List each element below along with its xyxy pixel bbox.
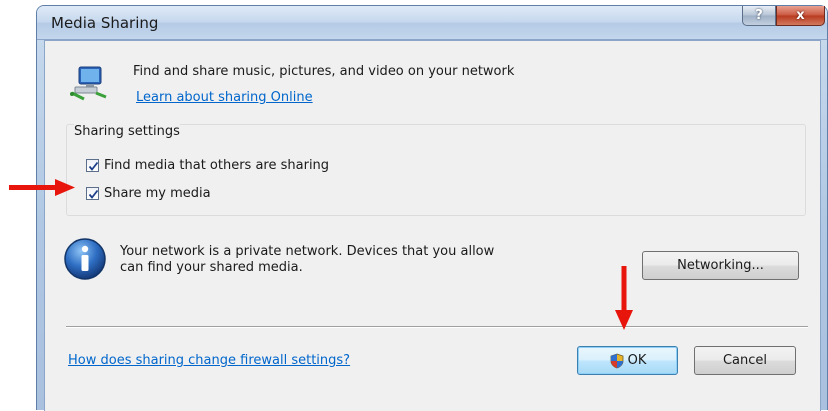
network-info-line2: can find your shared media.	[120, 260, 303, 275]
firewall-settings-link[interactable]: How does sharing change firewall setting…	[68, 353, 350, 368]
window-title: Media Sharing	[51, 14, 159, 32]
ok-label: OK	[627, 353, 647, 368]
find-media-checkbox[interactable]	[86, 159, 99, 172]
media-sharing-dialog: Media Sharing ? x Find and share music, …	[36, 5, 828, 411]
share-my-media-label: Share my media	[104, 186, 211, 201]
help-button[interactable]: ?	[742, 6, 776, 26]
ok-button[interactable]: OK	[577, 346, 678, 375]
header-description: Find and share music, pictures, and vide…	[133, 64, 515, 79]
footer-separator	[66, 326, 808, 328]
network-info-line1: Your network is a private network. Devic…	[120, 244, 495, 259]
network-info-text: Your network is a private network. Devic…	[120, 244, 540, 276]
close-button[interactable]: x	[776, 6, 825, 26]
annotation-arrow-down-icon	[615, 266, 633, 336]
share-my-media-checkbox-row[interactable]: Share my media	[86, 186, 211, 201]
annotation-arrow-right-icon	[9, 179, 75, 201]
find-media-checkbox-row[interactable]: Find media that others are sharing	[86, 158, 329, 173]
share-my-media-checkbox[interactable]	[86, 187, 99, 200]
uac-shield-icon	[610, 353, 624, 368]
dialog-client-area: Find and share music, pictures, and vide…	[44, 40, 821, 411]
network-computer-icon	[70, 63, 108, 101]
title-bar[interactable]: Media Sharing ? x	[37, 6, 827, 40]
networking-button[interactable]: Networking...	[642, 251, 799, 280]
info-icon	[63, 237, 107, 281]
cancel-button[interactable]: Cancel	[694, 346, 796, 375]
learn-about-sharing-link[interactable]: Learn about sharing Online	[136, 90, 313, 105]
find-media-label: Find media that others are sharing	[104, 158, 330, 173]
sharing-settings-label: Sharing settings	[74, 124, 180, 139]
